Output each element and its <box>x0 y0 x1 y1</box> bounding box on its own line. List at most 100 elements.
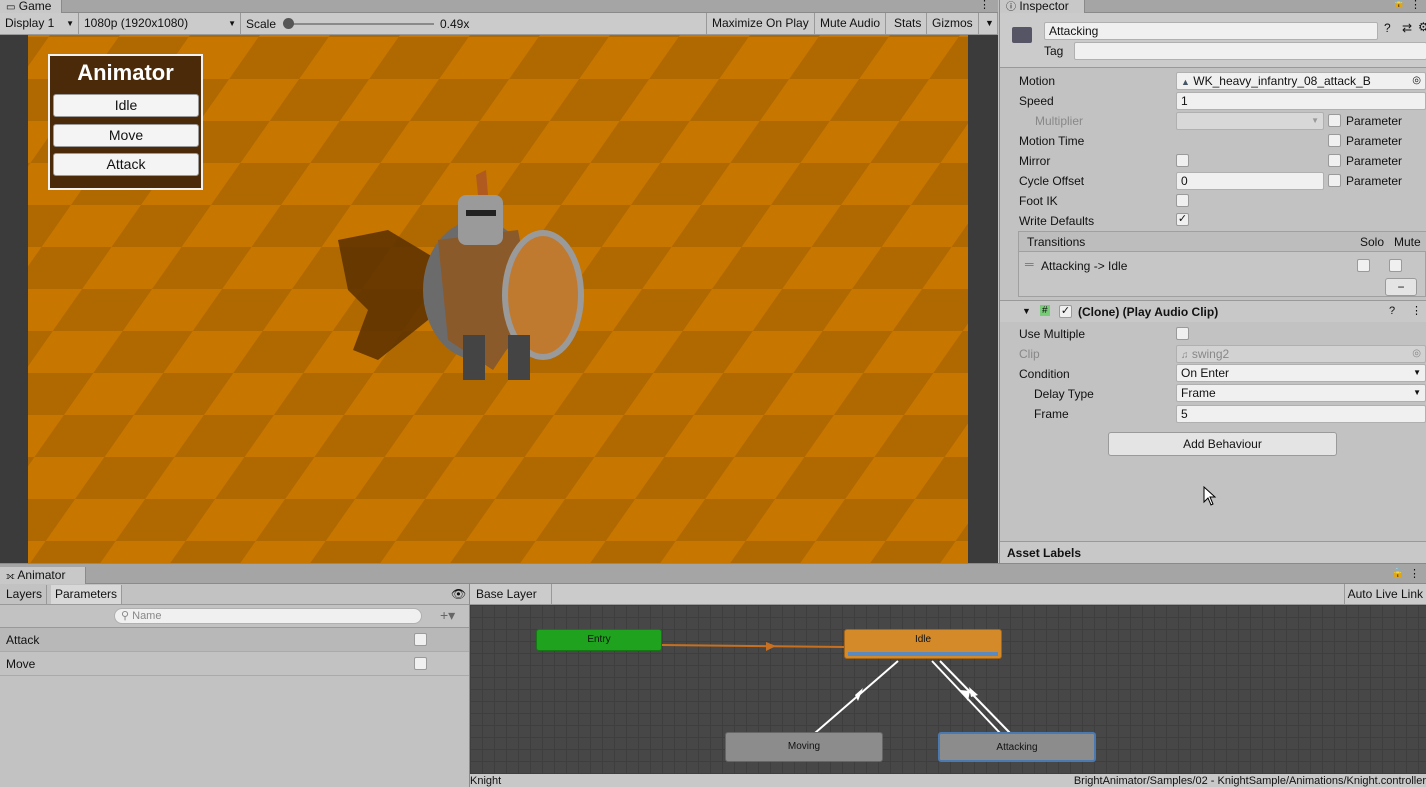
parameters-search-input[interactable]: ⚲ Name <box>114 608 422 624</box>
component-enabled-checkbox[interactable]: ✓ <box>1059 305 1072 318</box>
transitions-label: Transitions <box>1027 235 1086 249</box>
display-dropdown[interactable]: Display 1 <box>0 13 79 35</box>
knight-character <box>338 170 584 380</box>
tab-animator[interactable]: ⟗ Animator <box>0 567 86 585</box>
asset-labels-bar[interactable]: Asset Labels <box>1000 541 1426 563</box>
preset-icon[interactable]: ⇄ <box>1402 21 1412 35</box>
clip-field[interactable]: ♫ swing2 ◎ <box>1176 345 1426 363</box>
state-icon <box>1012 27 1032 43</box>
game-tabbar: ▭ Game ⋮ <box>0 0 998 14</box>
write-defaults-checkbox[interactable]: ✓ <box>1176 213 1189 226</box>
motion-value: WK_heavy_infantry_08_attack_B <box>1193 74 1371 88</box>
clip-value: swing2 <box>1191 347 1230 361</box>
gizmos-toggle[interactable]: Gizmos <box>927 13 979 35</box>
idle-state-node[interactable]: Idle <box>844 629 1002 659</box>
gizmos-dropdown-arrow[interactable]: ▼ <box>980 13 998 35</box>
parameter-row[interactable]: Attack <box>0 628 469 652</box>
write-defaults-label: Write Defaults <box>1019 214 1095 228</box>
mirror-checkbox[interactable] <box>1176 154 1189 167</box>
transition-row[interactable]: ═ Attacking -> Idle <box>1019 253 1425 277</box>
overlay-move-button[interactable]: Move <box>53 124 199 147</box>
auto-live-link-button[interactable]: Auto Live Link <box>1343 584 1426 604</box>
help-icon[interactable]: ? <box>1389 305 1395 317</box>
status-left: Knight <box>470 775 502 787</box>
foot-ik-checkbox[interactable] <box>1176 194 1189 207</box>
gear-icon[interactable]: ⚙ <box>1418 20 1426 34</box>
transitions-list: Transitions Solo Mute ═ Attacking -> Idl… <box>1018 231 1426 297</box>
delay-type-dropdown[interactable]: Frame <box>1176 384 1426 402</box>
layers-tab[interactable]: Layers <box>2 585 48 604</box>
overlay-idle-button[interactable]: Idle <box>53 94 199 117</box>
tag-field[interactable] <box>1074 42 1426 60</box>
add-parameter-button[interactable]: +▾ <box>440 607 455 624</box>
condition-value: On Enter <box>1181 366 1230 380</box>
more-menu-icon[interactable]: ⋮ <box>1409 567 1420 580</box>
foldout-arrow-icon[interactable]: ▼ <box>1022 306 1031 316</box>
scale-value: 0.49x <box>440 17 470 31</box>
parameter-trigger-checkbox[interactable] <box>414 657 427 670</box>
motion-field[interactable]: ▲ WK_heavy_infantry_08_attack_B ◎ <box>1176 72 1426 90</box>
multiplier-label: Multiplier <box>1035 114 1084 128</box>
animator-overlay-panel: Animator Idle Move Attack <box>48 54 203 190</box>
overlay-attack-button[interactable]: Attack <box>53 153 199 176</box>
moving-state-node[interactable]: Moving <box>725 732 883 762</box>
frame-field[interactable]: 5 <box>1176 405 1426 423</box>
more-menu-icon[interactable]: ⋮ <box>1411 304 1422 317</box>
scale-slider-thumb[interactable] <box>283 18 294 29</box>
cycle-offset-parameter-label: Parameter <box>1346 174 1403 188</box>
floor-tile <box>888 35 968 38</box>
help-icon[interactable]: ? <box>1384 21 1391 35</box>
multiplier-dropdown[interactable] <box>1176 112 1324 130</box>
cycle-offset-parameter-checkbox[interactable] <box>1328 174 1341 187</box>
attacking-state-node[interactable]: Attacking <box>938 732 1096 762</box>
more-menu-icon[interactable]: ⋮ <box>979 0 990 11</box>
drag-handle-icon[interactable]: ═ <box>1025 257 1034 271</box>
component-title: (Clone) (Play Audio Clip) <box>1078 305 1219 319</box>
cycle-offset-field[interactable]: 0 <box>1176 172 1324 190</box>
parameter-name: Move <box>6 657 36 671</box>
object-picker-icon[interactable]: ◎ <box>1412 73 1421 89</box>
stats-toggle[interactable]: Stats <box>889 13 928 35</box>
animator-icon: ⟗ <box>6 571 15 582</box>
component-header[interactable]: ▼ # ✓ (Clone) (Play Audio Clip) ? ⋮ <box>1000 300 1426 322</box>
breadcrumb[interactable]: Base Layer <box>470 584 552 604</box>
state-name-field[interactable]: Attacking <box>1044 22 1378 40</box>
entry-state-node[interactable]: Entry <box>536 629 662 651</box>
condition-dropdown[interactable]: On Enter <box>1176 364 1426 382</box>
animator-graph[interactable]: Entry Idle Moving Attacking <box>470 605 1426 774</box>
solo-checkbox[interactable] <box>1357 259 1370 272</box>
scale-slider-track[interactable] <box>288 23 434 25</box>
mirror-label: Mirror <box>1019 154 1051 168</box>
object-picker-icon[interactable]: ◎ <box>1412 346 1421 362</box>
lock-icon[interactable]: 🔒 <box>1392 568 1404 579</box>
add-behaviour-button[interactable]: Add Behaviour <box>1108 432 1337 456</box>
more-menu-icon[interactable]: ⋮ <box>1410 0 1421 11</box>
mute-checkbox[interactable] <box>1389 259 1402 272</box>
mute-column-label: Mute <box>1394 235 1421 249</box>
tab-inspector[interactable]: ⓘ Inspector <box>1000 0 1085 14</box>
mirror-parameter-checkbox[interactable] <box>1328 154 1341 167</box>
tab-game[interactable]: ▭ Game <box>0 0 62 14</box>
animator-left-panel: Layers Parameters 👁 ⚲ Name +▾ Attack Mov… <box>0 584 470 787</box>
use-multiple-label: Use Multiple <box>1019 327 1086 341</box>
lock-icon[interactable]: 🔒 <box>1393 0 1405 9</box>
parameter-row[interactable]: Move <box>0 652 469 676</box>
mute-audio-toggle[interactable]: Mute Audio <box>815 13 887 35</box>
inspector-header: Attacking ? ⇄ ⚙ Tag <box>1000 13 1426 68</box>
tab-game-label: Game <box>18 0 52 13</box>
frame-label: Frame <box>1034 407 1069 421</box>
use-multiple-checkbox[interactable] <box>1176 327 1189 340</box>
motion-time-parameter-checkbox[interactable] <box>1328 134 1341 147</box>
graph-toolbar: Base Layer Auto Live Link <box>470 584 1426 605</box>
speed-field[interactable]: 1 <box>1176 92 1426 110</box>
multiplier-parameter-checkbox[interactable] <box>1328 114 1341 127</box>
inspector-panel: ⓘ Inspector 🔒 ⋮ Attacking ? ⇄ ⚙ Tag Moti… <box>999 0 1426 563</box>
gizmos-label: Gizmos <box>932 16 973 30</box>
parameters-tab[interactable]: Parameters <box>51 585 123 604</box>
remove-transition-button[interactable]: − <box>1385 278 1417 296</box>
maximize-on-play-toggle[interactable]: Maximize On Play <box>706 13 815 35</box>
parameter-trigger-checkbox[interactable] <box>414 633 427 646</box>
maximize-label: Maximize On Play <box>712 16 809 30</box>
resolution-dropdown[interactable]: 1080p (1920x1080) <box>79 13 241 35</box>
eye-icon[interactable]: 👁 <box>451 587 466 601</box>
